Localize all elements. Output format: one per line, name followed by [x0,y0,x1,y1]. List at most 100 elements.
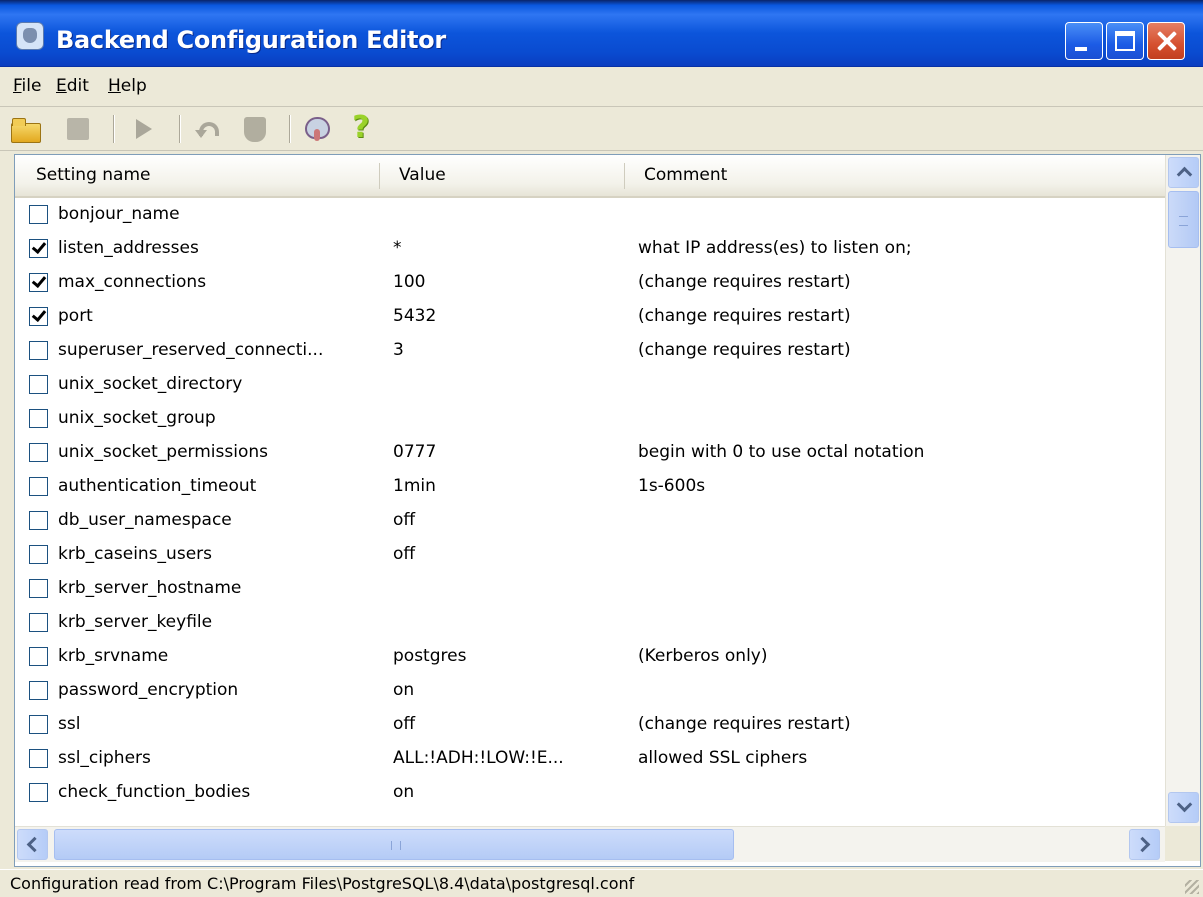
undo-icon[interactable] [193,113,223,143]
setting-name: unix_socket_permissions [58,442,268,462]
table-row[interactable]: listen_addresses * what IP address(es) t… [15,232,1165,266]
setting-value: postgres [393,646,467,666]
execute-icon[interactable] [126,113,156,143]
scroll-down-arrow-icon[interactable] [1168,792,1199,823]
table-row[interactable]: unix_socket_group [15,402,1165,436]
row-checkbox[interactable] [29,477,48,496]
row-checkbox[interactable] [29,273,48,292]
column-setting-name[interactable]: Setting name [36,165,150,185]
setting-comment: (change requires restart) [638,340,851,360]
row-checkbox[interactable] [29,341,48,360]
table-row[interactable]: ssl_ciphers ALL:!ADH:!LOW:!E... allowed … [15,742,1165,776]
scrollbar-corner [1165,826,1200,861]
table-row[interactable]: superuser_reserved_connecti... 3 (change… [15,334,1165,368]
scroll-up-arrow-icon[interactable] [1168,157,1199,188]
setting-value: off [393,544,416,564]
row-checkbox[interactable] [29,715,48,734]
settings-list[interactable]: Setting name Value Comment bonjour_name … [14,154,1201,867]
table-row[interactable]: port 5432 (change requires restart) [15,300,1165,334]
menu-edit[interactable]: Edit [56,76,89,96]
setting-comment: (Kerberos only) [638,646,768,666]
horizontal-scrollbar[interactable] [15,826,1165,862]
table-row[interactable]: unix_socket_permissions 0777 begin with … [15,436,1165,470]
maximize-icon [1115,31,1135,51]
open-folder-icon[interactable] [10,113,41,143]
setting-comment: what IP address(es) to listen on; [638,238,912,258]
setting-name: ssl_ciphers [58,748,151,768]
row-checkbox[interactable] [29,613,48,632]
setting-value: off [393,714,416,734]
setting-comment: 1s-600s [638,476,706,496]
setting-value: 100 [393,272,426,292]
horizontal-scroll-thumb[interactable] [54,829,734,860]
setting-name: superuser_reserved_connecti... [58,340,324,360]
menu-help[interactable]: Help [108,76,147,96]
setting-value: off [393,510,416,530]
close-icon [1155,28,1179,54]
status-bar: Configuration read from C:\Program Files… [0,869,1203,897]
stop-icon[interactable] [239,113,269,143]
vertical-scrollbar[interactable] [1165,155,1200,826]
list-header: Setting name Value Comment [15,155,1165,198]
menu-file[interactable]: File [13,76,41,96]
table-row[interactable]: check_function_bodies on [15,776,1165,810]
row-checkbox[interactable] [29,579,48,598]
setting-comment: (change requires restart) [638,272,851,292]
row-checkbox[interactable] [29,783,48,802]
setting-value: 1min [393,476,436,496]
setting-value: 3 [393,340,404,360]
row-checkbox[interactable] [29,511,48,530]
row-checkbox[interactable] [29,647,48,666]
save-icon[interactable] [62,113,92,143]
setting-name: unix_socket_directory [58,374,243,394]
row-checkbox[interactable] [29,375,48,394]
setting-value: on [393,782,415,802]
setting-name: unix_socket_group [58,408,216,428]
setting-name: password_encryption [58,680,239,700]
close-button[interactable] [1147,22,1185,60]
setting-name: krb_srvname [58,646,169,666]
status-text: Configuration read from C:\Program Files… [10,874,635,893]
column-comment[interactable]: Comment [644,165,727,185]
resize-grip-icon[interactable] [1185,880,1199,894]
setting-name: port [58,306,93,326]
table-row[interactable]: bonjour_name [15,198,1165,232]
toolbar-separator [289,115,291,143]
table-row[interactable]: krb_caseins_users off [15,538,1165,572]
column-value[interactable]: Value [399,165,446,185]
table-row[interactable]: krb_server_hostname [15,572,1165,606]
setting-name: authentication_timeout [58,476,257,496]
row-checkbox[interactable] [29,239,48,258]
scroll-right-arrow-icon[interactable] [1129,829,1160,860]
help-icon[interactable]: ? [346,113,376,143]
vertical-scroll-thumb[interactable] [1168,191,1199,248]
row-checkbox[interactable] [29,205,48,224]
table-row[interactable]: max_connections 100 (change requires res… [15,266,1165,300]
column-divider[interactable] [624,163,625,189]
row-checkbox[interactable] [29,409,48,428]
pgadmin-elephant-icon [16,22,44,50]
table-row[interactable]: db_user_namespace off [15,504,1165,538]
table-row[interactable]: ssl off (change requires restart) [15,708,1165,742]
list-rows: bonjour_name listen_addresses * what IP … [15,198,1165,810]
table-row[interactable]: password_encryption on [15,674,1165,708]
minimize-button[interactable] [1065,22,1103,60]
table-row[interactable]: krb_srvname postgres (Kerberos only) [15,640,1165,674]
pgadmin-icon[interactable] [302,113,332,143]
setting-comment: (change requires restart) [638,714,851,734]
table-row[interactable]: authentication_timeout 1min 1s-600s [15,470,1165,504]
table-row[interactable]: krb_server_keyfile [15,606,1165,640]
row-checkbox[interactable] [29,681,48,700]
row-checkbox[interactable] [29,749,48,768]
row-checkbox[interactable] [29,443,48,462]
window-title: Backend Configuration Editor [56,26,446,54]
setting-comment: (change requires restart) [638,306,851,326]
row-checkbox[interactable] [29,307,48,326]
title-bar[interactable]: Backend Configuration Editor [0,0,1203,67]
setting-name: listen_addresses [58,238,199,258]
row-checkbox[interactable] [29,545,48,564]
column-divider[interactable] [379,163,380,189]
maximize-button[interactable] [1106,22,1144,60]
table-row[interactable]: unix_socket_directory [15,368,1165,402]
scroll-left-arrow-icon[interactable] [17,829,48,860]
